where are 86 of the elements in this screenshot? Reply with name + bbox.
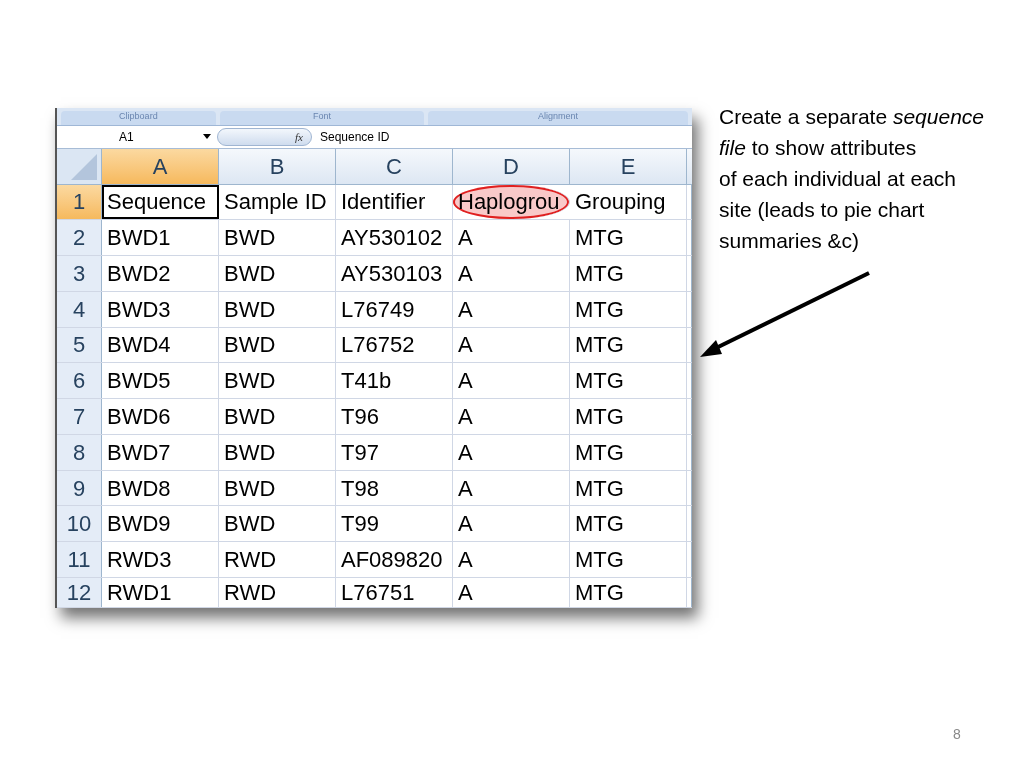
table-cell: BWD (219, 363, 336, 399)
row-header[interactable]: 8 (57, 434, 102, 470)
table-cell: BWD (219, 470, 336, 506)
table-cell: MTG (570, 327, 687, 363)
table-cell: AY530103 (336, 256, 453, 291)
table-cell: A (453, 506, 570, 542)
table-cell: A (453, 291, 570, 327)
table-cell: AF089820 (336, 542, 453, 577)
table-cell: A (453, 434, 570, 470)
table-cell: L76749 (336, 291, 453, 327)
table-cell: MTG (570, 256, 687, 291)
table-cell: RWD1 (102, 577, 219, 607)
table-cell: MTG (570, 577, 687, 607)
dropdown-icon (203, 133, 211, 139)
table-cell: T97 (336, 434, 453, 470)
table-cell: BWD9 (102, 506, 219, 542)
row-header[interactable]: 6 (57, 363, 102, 399)
table-cell: MTG (570, 220, 687, 256)
table-cell: BWD (219, 291, 336, 327)
table-cell: Sample ID (219, 184, 336, 220)
name-box[interactable]: A1 (57, 125, 217, 148)
page-number: 8 (953, 725, 961, 744)
table-cell: MTG (570, 363, 687, 399)
column-header[interactable]: C (336, 148, 453, 184)
table-cell: L76752 (336, 327, 453, 363)
table-cell: RWD3 (102, 542, 219, 577)
ribbon-group-label: Alignment (428, 110, 688, 125)
table-cell: T96 (336, 399, 453, 434)
table-cell: BWD4 (102, 327, 219, 363)
table-cell: BWD5 (102, 363, 219, 399)
row-header[interactable]: 1 (57, 184, 102, 220)
row-header[interactable]: 9 (57, 470, 102, 506)
table-cell: T98 (336, 470, 453, 506)
column-header[interactable]: D (453, 148, 570, 184)
table-cell: Grouping (570, 184, 687, 220)
table-cell: BWD (219, 220, 336, 256)
table-cell: L76751 (336, 577, 453, 607)
table-cell: Sequence (102, 184, 219, 220)
row-header[interactable]: 11 (57, 542, 102, 577)
table-cell: BWD (219, 256, 336, 291)
table-cell: A (453, 542, 570, 577)
column-header[interactable]: E (570, 148, 687, 184)
table-cell: MTG (570, 434, 687, 470)
table-cell: T99 (336, 506, 453, 542)
table-cell: BWD (219, 434, 336, 470)
table-cell: A (453, 577, 570, 607)
table-cell: A (453, 220, 570, 256)
table-cell: T41b (336, 363, 453, 399)
table-cell: A (453, 470, 570, 506)
row-header[interactable]: 7 (57, 399, 102, 434)
formula-function-button[interactable]: fx (217, 127, 312, 146)
table-cell: A (453, 256, 570, 291)
ribbon-group-label: Clipboard (61, 110, 216, 125)
formula-value[interactable]: Sequence ID (320, 127, 390, 146)
table-cell: BWD8 (102, 470, 219, 506)
table-cell: BWD6 (102, 399, 219, 434)
table-cell: BWD (219, 506, 336, 542)
row-header[interactable]: 4 (57, 291, 102, 327)
column-header[interactable]: A (102, 148, 219, 184)
table-cell: BWD7 (102, 434, 219, 470)
table-cell: Haplogrou (453, 184, 570, 220)
table-cell: BWD (219, 327, 336, 363)
row-header[interactable]: 2 (57, 220, 102, 256)
table-cell: MTG (570, 470, 687, 506)
ribbon-group-label: Font (219, 110, 425, 125)
table-cell: RWD (219, 577, 336, 607)
table-cell: RWD (219, 542, 336, 577)
table-cell: BWD2 (102, 256, 219, 291)
table-cell: MTG (570, 399, 687, 434)
table-cell: A (453, 327, 570, 363)
row-header[interactable]: 10 (57, 506, 102, 542)
table-cell: A (453, 399, 570, 434)
table-cell: MTG (570, 291, 687, 327)
table-cell: MTG (570, 506, 687, 542)
row-header[interactable]: 5 (57, 327, 102, 363)
table-cell: BWD (219, 399, 336, 434)
table-cell: BWD3 (102, 291, 219, 327)
table-cell: AY530102 (336, 220, 453, 256)
table-cell: BWD1 (102, 220, 219, 256)
row-header[interactable]: 12 (57, 577, 102, 607)
table-cell: MTG (570, 542, 687, 577)
row-header[interactable]: 3 (57, 256, 102, 291)
table-cell: A (453, 363, 570, 399)
column-header[interactable]: B (219, 148, 336, 184)
table-cell: Identifier (336, 184, 453, 220)
annotation-text: Create a separate sequence file to show attributes of each individual at each site (leads to pie chart summaries &c) (719, 104, 985, 254)
